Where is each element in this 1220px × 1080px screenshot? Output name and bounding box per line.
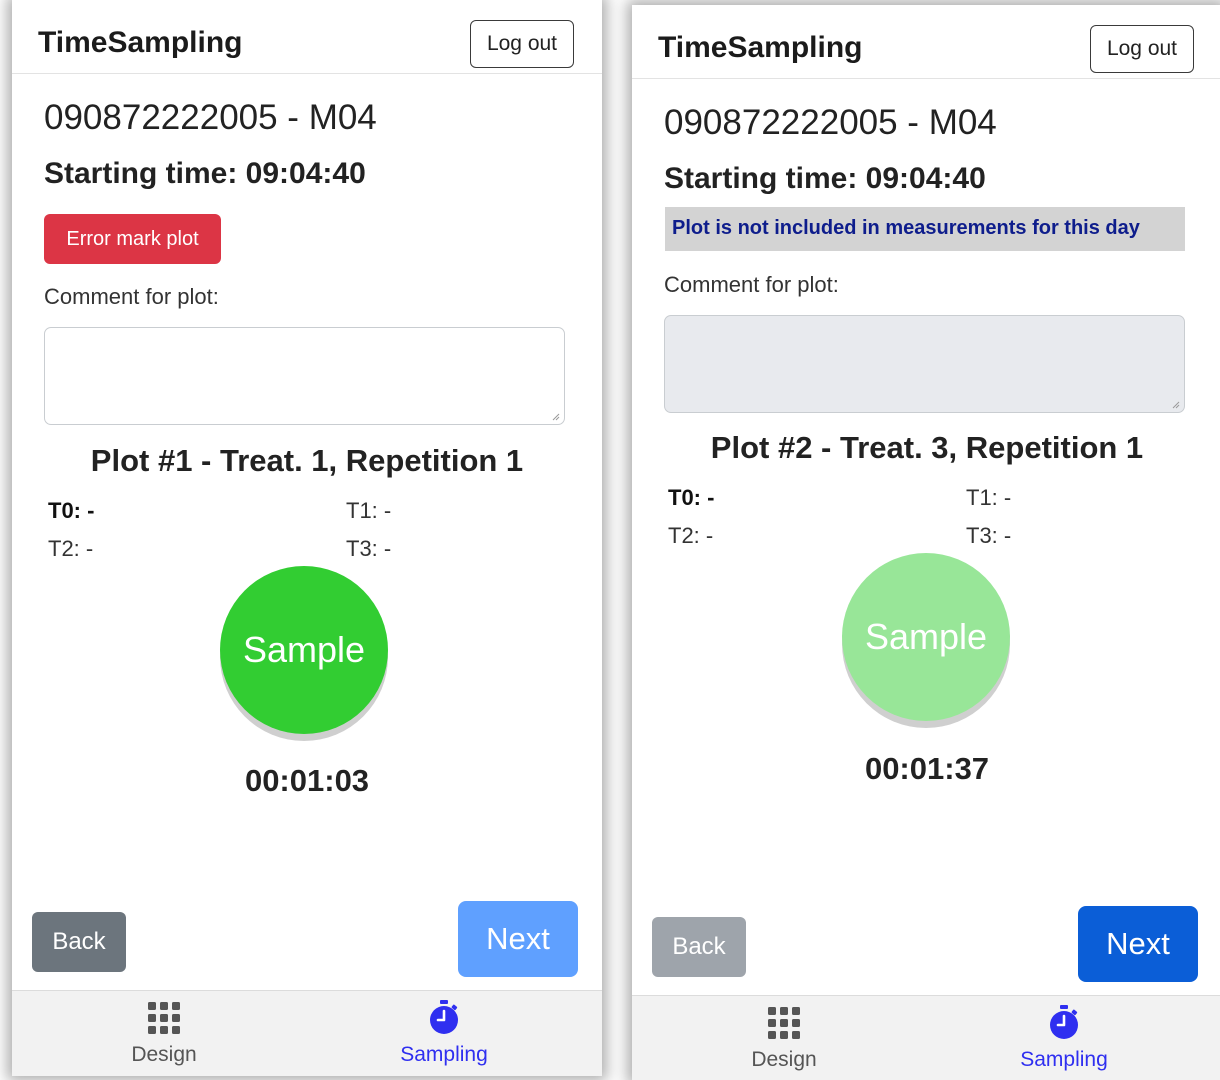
t1-value: T1: - bbox=[966, 485, 1012, 510]
comment-label: Comment for plot: bbox=[664, 272, 839, 297]
t3-value: T3: - bbox=[346, 536, 392, 561]
app-brand: TimeSampling bbox=[658, 31, 863, 64]
next-button[interactable]: Next bbox=[458, 901, 578, 977]
bottom-nav: Design Sampling bbox=[12, 990, 602, 1076]
next-button[interactable]: Next bbox=[1078, 906, 1198, 982]
stopwatch-icon bbox=[430, 1000, 458, 1034]
plot-code-title: 090872222005 - M04 bbox=[664, 103, 997, 142]
t2-value: T2: - bbox=[668, 523, 714, 548]
sample-button: Sample bbox=[842, 553, 1010, 721]
nav-label-sampling: Sampling bbox=[1020, 1048, 1108, 1071]
nav-label-sampling: Sampling bbox=[400, 1043, 488, 1066]
nav-item-design[interactable]: Design bbox=[714, 1006, 854, 1072]
nav-label-design: Design bbox=[131, 1043, 197, 1066]
starting-time: Starting time: 09:04:40 bbox=[664, 162, 986, 195]
nav-label-design: Design bbox=[751, 1048, 817, 1071]
t1-value: T1: - bbox=[346, 498, 392, 523]
back-button[interactable]: Back bbox=[32, 912, 126, 972]
sample-button[interactable]: Sample bbox=[220, 566, 388, 734]
t0-value: T0: - bbox=[48, 498, 95, 523]
logout-button[interactable]: Log out bbox=[1090, 25, 1194, 73]
nav-item-design[interactable]: Design bbox=[94, 1001, 234, 1067]
bottom-nav: Design Sampling bbox=[632, 995, 1220, 1080]
t3-value: T3: - bbox=[966, 523, 1012, 548]
back-button[interactable]: Back bbox=[652, 917, 746, 977]
plot-code-title: 090872222005 - M04 bbox=[44, 98, 377, 137]
grid-icon bbox=[768, 1007, 800, 1039]
left-screen: TimeSampling Log out 090872222005 - M04 … bbox=[12, 0, 602, 1076]
app-header: TimeSampling Log out bbox=[632, 5, 1220, 79]
app-header: TimeSampling Log out bbox=[12, 0, 602, 74]
app-brand: TimeSampling bbox=[38, 26, 243, 59]
error-mark-plot-button[interactable]: Error mark plot bbox=[44, 214, 221, 264]
plot-title: Plot #2 - Treat. 3, Repetition 1 bbox=[710, 430, 1144, 465]
t2-value: T2: - bbox=[48, 536, 94, 561]
logout-button[interactable]: Log out bbox=[470, 20, 574, 68]
resize-grip-icon bbox=[1172, 401, 1180, 409]
right-screen: TimeSampling Log out 090872222005 - M04 … bbox=[632, 5, 1220, 1080]
nav-item-sampling[interactable]: Sampling bbox=[374, 999, 514, 1067]
stopwatch-icon bbox=[1050, 1005, 1078, 1039]
plot-excluded-alert: Plot is not included in measurements for… bbox=[665, 207, 1185, 251]
nav-item-sampling[interactable]: Sampling bbox=[994, 1004, 1134, 1072]
plot-title: Plot #1 - Treat. 1, Repetition 1 bbox=[90, 443, 524, 478]
resize-grip-icon[interactable] bbox=[552, 413, 560, 421]
elapsed-timer: 00:01:03 bbox=[244, 763, 370, 798]
comment-label: Comment for plot: bbox=[44, 284, 219, 309]
comment-textarea[interactable] bbox=[44, 327, 565, 425]
starting-time: Starting time: 09:04:40 bbox=[44, 157, 366, 190]
t0-value: T0: - bbox=[668, 485, 715, 510]
elapsed-timer: 00:01:37 bbox=[864, 751, 990, 786]
comment-textarea bbox=[664, 315, 1185, 413]
grid-icon bbox=[148, 1002, 180, 1034]
